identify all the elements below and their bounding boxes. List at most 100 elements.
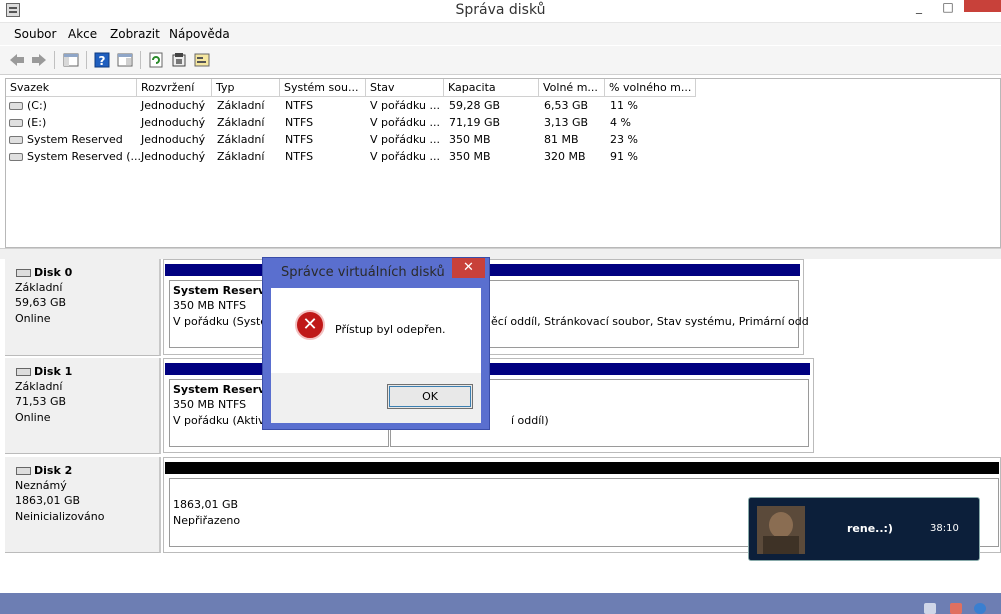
notification-popup[interactable]: rene..:) 38:10 bbox=[748, 497, 980, 561]
partition-size: 350 MB NTFS bbox=[173, 299, 247, 312]
cell-type: Základní bbox=[217, 133, 265, 146]
partition-state: ěcí oddíl, Stránkovací soubor, Stav syst… bbox=[491, 315, 809, 328]
toolbar-separator bbox=[54, 51, 55, 69]
cell-capacity: 350 MB bbox=[449, 133, 491, 146]
avatar bbox=[757, 506, 805, 554]
disk-name: Disk 2 bbox=[34, 464, 73, 477]
menu-file[interactable]: Soubor bbox=[14, 27, 56, 41]
disk-size: 59,63 GB bbox=[15, 296, 67, 309]
cell-type: Základní bbox=[217, 116, 265, 129]
column-header-free-space[interactable]: Volné m... bbox=[539, 79, 605, 97]
cell-volume: System Reserved (... bbox=[27, 150, 141, 163]
back-icon[interactable] bbox=[8, 51, 26, 69]
menu-help[interactable]: Nápověda bbox=[169, 27, 230, 41]
partition-state: í oddíl) bbox=[511, 414, 549, 427]
partition-state: V pořádku (Aktivr bbox=[173, 414, 270, 427]
cell-status: V pořádku ... bbox=[370, 150, 440, 163]
cell-type: Základní bbox=[217, 99, 265, 112]
notification-name: rene..:) bbox=[847, 522, 893, 535]
column-header-percent-free[interactable]: % volného m... bbox=[605, 79, 696, 97]
cell-status: V pořádku ... bbox=[370, 133, 440, 146]
network-icon[interactable] bbox=[924, 603, 936, 614]
pane-splitter[interactable] bbox=[0, 248, 1001, 259]
disk-type: Základní bbox=[15, 380, 63, 393]
disk-status: Online bbox=[15, 312, 51, 325]
error-icon: ✕ bbox=[295, 310, 325, 340]
svg-text:?: ? bbox=[99, 54, 106, 68]
cell-capacity: 350 MB bbox=[449, 150, 491, 163]
settings-icon[interactable] bbox=[170, 51, 188, 69]
partition-state: V pořádku (Systé bbox=[173, 315, 268, 328]
notification-time: 38:10 bbox=[930, 523, 959, 534]
disk-status: Online bbox=[15, 411, 51, 424]
cell-layout: Jednoduchý bbox=[141, 133, 206, 146]
cell-percent-free: 91 % bbox=[610, 150, 638, 163]
table-row[interactable]: System Reserved (... Jednoduchý Základní… bbox=[6, 149, 996, 166]
disk-1-label[interactable]: Disk 1 Základní 71,53 GB Online bbox=[5, 358, 161, 454]
drive-icon bbox=[9, 136, 23, 144]
disk-2-label[interactable]: Disk 2 Neznámý 1863,01 GB Neinicializová… bbox=[5, 457, 161, 553]
column-header-capacity[interactable]: Kapacita bbox=[444, 79, 539, 97]
console-tree-icon[interactable] bbox=[62, 51, 80, 69]
dialog-body: ✕ Přístup byl odepřen. OK bbox=[271, 288, 481, 423]
cell-volume: (E:) bbox=[27, 116, 47, 129]
drive-icon bbox=[9, 102, 23, 110]
dialog-close-button[interactable]: ✕ bbox=[452, 258, 485, 278]
cell-filesystem: NTFS bbox=[285, 150, 314, 163]
help-icon[interactable]: ? bbox=[93, 51, 111, 69]
disk-size: 1863,01 GB bbox=[15, 494, 81, 507]
partition-size: 350 MB NTFS bbox=[173, 398, 247, 411]
cell-capacity: 71,19 GB bbox=[449, 116, 501, 129]
table-row[interactable]: (C:) Jednoduchý Základní NTFS V pořádku … bbox=[6, 98, 996, 115]
cell-volume: (C:) bbox=[27, 99, 47, 112]
volume-icon[interactable] bbox=[950, 603, 962, 614]
cell-percent-free: 4 % bbox=[610, 116, 631, 129]
disk-0-label[interactable]: Disk 0 Základní 59,63 GB Online bbox=[5, 259, 161, 356]
cell-free-space: 81 MB bbox=[544, 133, 579, 146]
menu-action[interactable]: Akce bbox=[68, 27, 97, 41]
toolbar-separator bbox=[140, 51, 141, 69]
dialog-title: Správce virtuálních disků bbox=[281, 265, 445, 280]
column-header-layout[interactable]: Rozvržení bbox=[137, 79, 212, 97]
toolbar-separator bbox=[86, 51, 87, 69]
cell-free-space: 6,53 GB bbox=[544, 99, 589, 112]
cell-filesystem: NTFS bbox=[285, 133, 314, 146]
forward-icon[interactable] bbox=[30, 51, 48, 69]
menu-bar: Soubor Akce Zobrazit Nápověda bbox=[0, 23, 1001, 45]
ok-button[interactable]: OK bbox=[387, 384, 473, 409]
disk-name: Disk 1 bbox=[34, 365, 73, 378]
cell-volume: System Reserved bbox=[27, 133, 123, 146]
export-icon[interactable] bbox=[193, 51, 211, 69]
title-bar: Správa disků _ □ bbox=[0, 0, 1001, 23]
cell-capacity: 59,28 GB bbox=[449, 99, 501, 112]
properties-icon[interactable] bbox=[116, 51, 134, 69]
disk-icon bbox=[16, 269, 31, 277]
column-header-volume[interactable]: Svazek bbox=[6, 79, 137, 97]
close-button[interactable] bbox=[964, 0, 1001, 12]
cell-free-space: 3,13 GB bbox=[544, 116, 589, 129]
table-row[interactable]: (E:) Jednoduchý Základní NTFS V pořádku … bbox=[6, 115, 996, 132]
drive-icon bbox=[9, 153, 23, 161]
disk-icon bbox=[16, 368, 31, 376]
cell-type: Základní bbox=[217, 150, 265, 163]
cell-filesystem: NTFS bbox=[285, 99, 314, 112]
cell-layout: Jednoduchý bbox=[141, 99, 206, 112]
column-header-filesystem[interactable]: Systém sou... bbox=[280, 79, 366, 97]
refresh-icon[interactable] bbox=[147, 51, 165, 69]
error-dialog: Správce virtuálních disků ✕ ✕ Přístup by… bbox=[262, 257, 490, 430]
menu-view[interactable]: Zobrazit bbox=[110, 27, 160, 41]
disk-type: Základní bbox=[15, 281, 63, 294]
column-header-type[interactable]: Typ bbox=[212, 79, 280, 97]
partition-name: System Reserve bbox=[173, 284, 273, 297]
info-icon[interactable] bbox=[974, 603, 986, 614]
partition-name: System Reserve bbox=[173, 383, 273, 396]
cell-percent-free: 23 % bbox=[610, 133, 638, 146]
dialog-message: Přístup byl odepřen. bbox=[335, 323, 446, 336]
maximize-button[interactable]: □ bbox=[936, 0, 960, 20]
column-header-status[interactable]: Stav bbox=[366, 79, 444, 97]
table-row[interactable]: System Reserved Jednoduchý Základní NTFS… bbox=[6, 132, 996, 149]
disk-type: Neznámý bbox=[15, 479, 67, 492]
disk-name: Disk 0 bbox=[34, 266, 73, 279]
minimize-button[interactable]: _ bbox=[907, 0, 931, 20]
disk-icon bbox=[16, 467, 31, 475]
